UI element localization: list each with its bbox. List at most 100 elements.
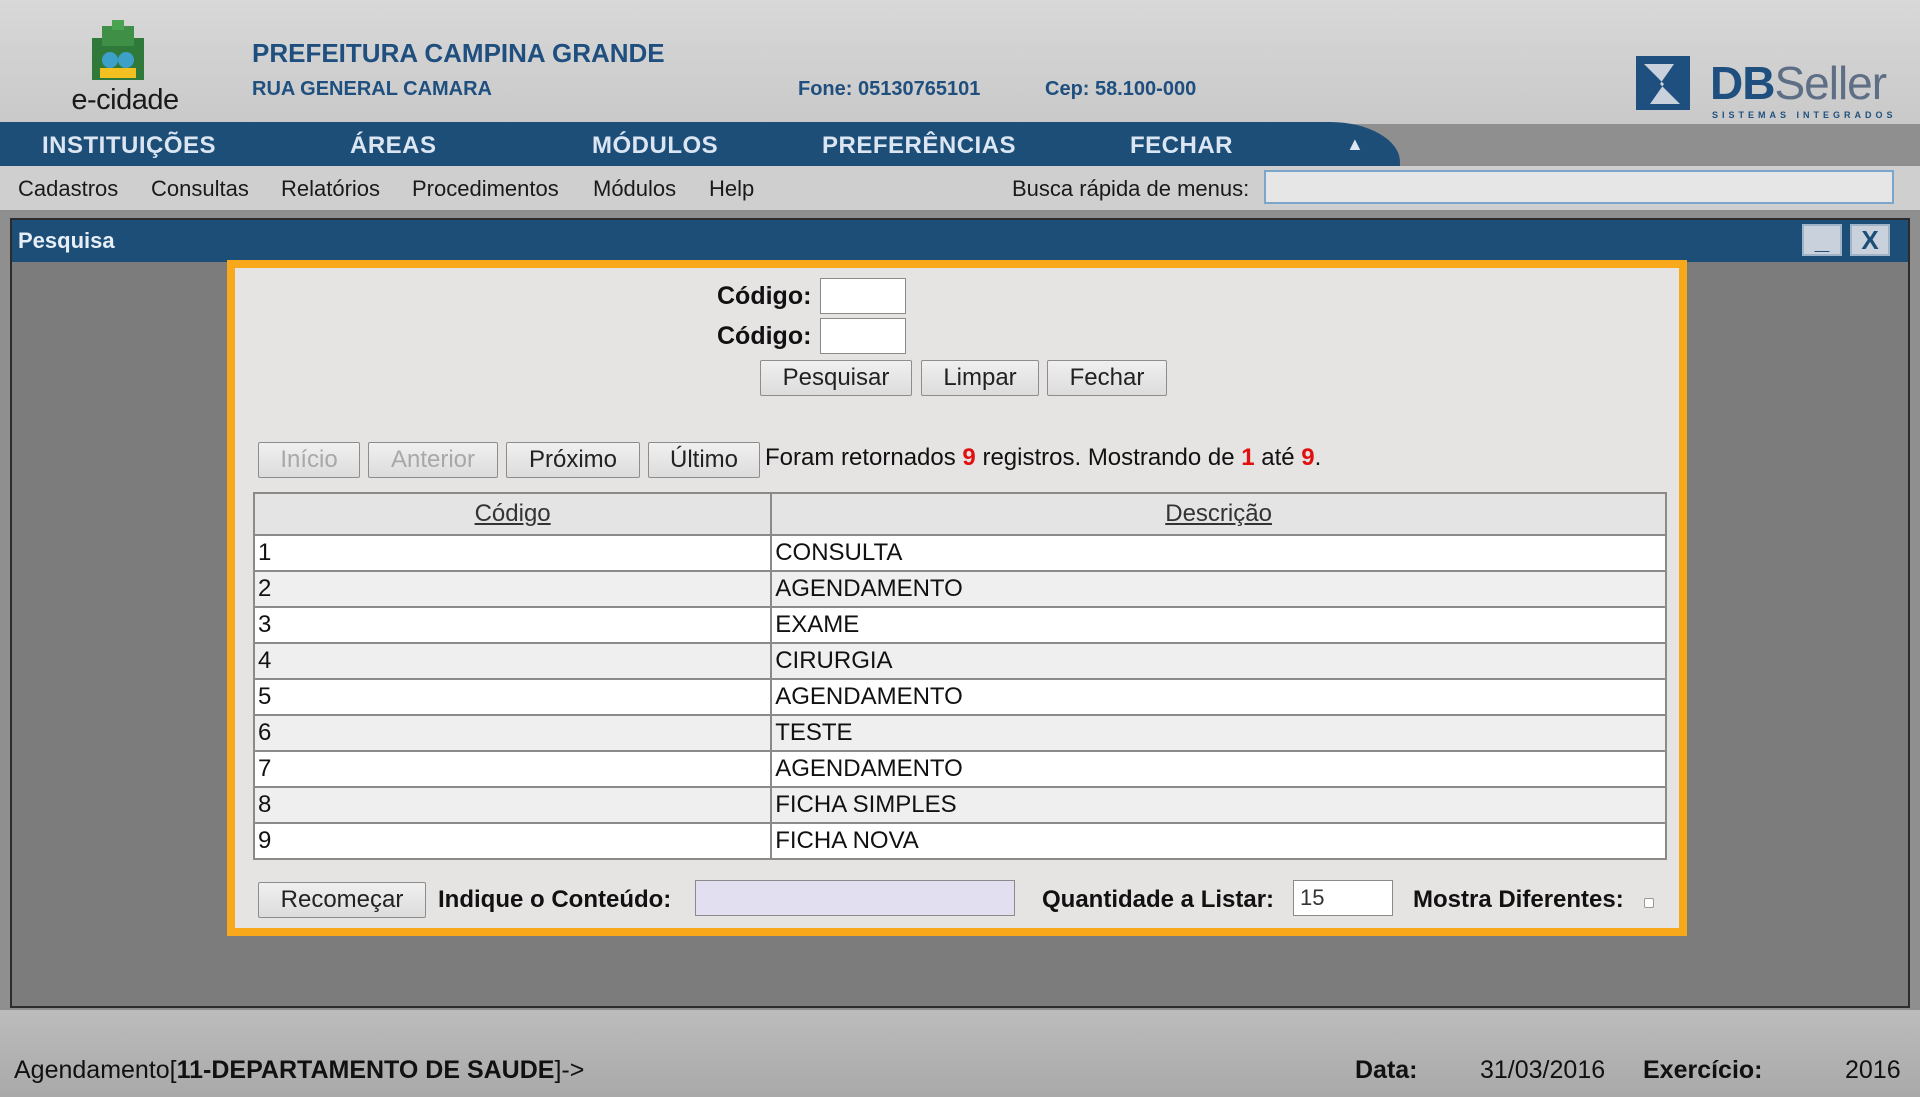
menu-relatorios[interactable]: Relatórios — [281, 176, 380, 202]
column-header-codigo[interactable]: Código — [252, 492, 773, 536]
table-row[interactable]: 3 EXAME — [252, 606, 1667, 644]
search-dialog: Código: Código: Pesquisar Limpar Fechar … — [227, 260, 1687, 936]
codigo-input-2[interactable] — [820, 318, 906, 354]
nav-modulos[interactable]: MÓDULOS — [592, 132, 718, 160]
nav-fechar[interactable]: FECHAR — [1130, 132, 1233, 160]
menu-procedimentos[interactable]: Procedimentos — [412, 176, 559, 202]
proximo-button[interactable]: Próximo — [506, 442, 640, 478]
quantidade-label: Quantidade a Listar: — [1042, 886, 1275, 913]
status-suffix: . — [1314, 444, 1322, 471]
limpar-button[interactable]: Limpar — [921, 360, 1039, 396]
context-prefix: Agendamento[ — [14, 1056, 177, 1084]
window-title: Pesquisa — [18, 228, 115, 253]
quick-search-input[interactable] — [1264, 170, 1894, 204]
table-row[interactable]: 5 AGENDAMENTO — [252, 678, 1667, 716]
data-label: Data: — [1355, 1056, 1418, 1084]
minimize-button[interactable]: _ — [1802, 224, 1842, 256]
column-header-descricao[interactable]: Descrição — [770, 492, 1667, 536]
cell-descricao[interactable]: CONSULTA — [770, 534, 1667, 572]
collapse-triangle-up-icon[interactable]: ▲ — [1346, 134, 1364, 155]
cell-descricao[interactable]: CIRURGIA — [770, 642, 1667, 680]
brand-light: Seller — [1774, 57, 1887, 109]
anterior-button[interactable]: Anterior — [368, 442, 498, 478]
results-status: Foram retornados 9 registros. Mostrando … — [765, 444, 1321, 472]
menu-help[interactable]: Help — [709, 176, 754, 202]
window-titlebar: Pesquisa _ X — [12, 220, 1908, 262]
inicio-button[interactable]: Início — [258, 442, 360, 478]
table-header-row: Código Descrição — [252, 492, 1667, 536]
conteudo-input[interactable] — [695, 880, 1015, 916]
cell-descricao[interactable]: FICHA SIMPLES — [770, 786, 1667, 824]
dbseller-tagline: SISTEMAS INTEGRADOS — [1712, 110, 1897, 120]
department-name: 11-DEPARTAMENTO DE SAUDE — [176, 1056, 555, 1084]
table-row[interactable]: 4 CIRURGIA — [252, 642, 1667, 680]
e-cidade-logo: e-cidade — [50, 14, 200, 118]
status-total: 9 — [962, 444, 976, 471]
nav-instituicoes[interactable]: INSTITUIÇÕES — [42, 132, 216, 160]
organization-name: PREFEITURA CAMPINA GRANDE — [252, 38, 665, 68]
cell-codigo[interactable]: 7 — [252, 750, 773, 788]
organization-cep: Cep: 58.100-000 — [1045, 78, 1197, 100]
data-value: 31/03/2016 — [1480, 1056, 1606, 1084]
context-suffix: ]-> — [554, 1056, 585, 1084]
cell-codigo[interactable]: 3 — [252, 606, 773, 644]
cell-descricao[interactable]: AGENDAMENTO — [770, 570, 1667, 608]
nav-areas[interactable]: ÁREAS — [350, 132, 437, 160]
menu-cadastros[interactable]: Cadastros — [18, 176, 118, 202]
mostra-diferentes-label: Mostra Diferentes: — [1413, 886, 1624, 913]
cell-descricao[interactable]: EXAME — [770, 606, 1667, 644]
dbseller-wordmark: DBSeller — [1710, 56, 1887, 110]
cell-codigo[interactable]: 1 — [252, 534, 773, 572]
dbseller-mark-icon — [1636, 56, 1690, 110]
cell-descricao[interactable]: AGENDAMENTO — [770, 678, 1667, 716]
e-cidade-logo-text: e-cidade — [71, 84, 179, 116]
status-from: 1 — [1241, 444, 1255, 471]
status-prefix: Foram retornados — [765, 444, 963, 471]
close-button[interactable]: X — [1850, 224, 1890, 256]
quick-search-label: Busca rápida de menus: — [1012, 176, 1250, 201]
table-row[interactable]: 9 FICHA NOVA — [252, 822, 1667, 860]
table-row[interactable]: 7 AGENDAMENTO — [252, 750, 1667, 788]
menu-modulos[interactable]: Módulos — [593, 176, 676, 202]
cell-codigo[interactable]: 8 — [252, 786, 773, 824]
table-row[interactable]: 1 CONSULTA — [252, 534, 1667, 572]
ultimo-button[interactable]: Último — [648, 442, 760, 478]
mostra-diferentes-checkbox[interactable] — [1644, 898, 1654, 908]
results-table: Código Descrição 1 CONSULTA 2 AGENDAMENTO 3 E… — [252, 492, 1667, 860]
cell-descricao[interactable]: FICHA NOVA — [770, 822, 1667, 860]
codigo-input-1[interactable] — [820, 278, 906, 314]
exercicio-label: Exercício: — [1643, 1056, 1763, 1084]
codigo-label-2: Código: — [717, 322, 812, 350]
status-middle: registros. Mostrando de — [975, 444, 1242, 471]
quantidade-input[interactable]: 15 — [1293, 880, 1393, 916]
status-footer: Agendamento[11-DEPARTAMENTO DE SAUDE]-> … — [0, 1010, 1920, 1097]
conteudo-label: Indique o Conteúdo: — [438, 886, 672, 913]
cell-descricao[interactable]: TESTE — [770, 714, 1667, 752]
main-nav: INSTITUIÇÕES ÁREAS MÓDULOS PREFERÊNCIAS … — [0, 122, 1400, 166]
recomecar-button[interactable]: Recomeçar — [258, 882, 426, 918]
status-to-word: até — [1254, 444, 1302, 471]
exercicio-value: 2016 — [1845, 1056, 1901, 1084]
sub-menu-bar: Cadastros Consultas Relatórios Procedime… — [0, 166, 1920, 210]
dbseller-logo: DBSeller SISTEMAS INTEGRADOS — [1630, 50, 1900, 124]
cell-codigo[interactable]: 5 — [252, 678, 773, 716]
cell-codigo[interactable]: 4 — [252, 642, 773, 680]
fechar-button[interactable]: Fechar — [1047, 360, 1167, 396]
cell-codigo[interactable]: 9 — [252, 822, 773, 860]
cell-descricao[interactable]: AGENDAMENTO — [770, 750, 1667, 788]
cell-codigo[interactable]: 6 — [252, 714, 773, 752]
organization-address: RUA GENERAL CAMARA — [252, 78, 492, 100]
pesquisar-button[interactable]: Pesquisar — [760, 360, 912, 396]
app-header: e-cidade PREFEITURA CAMPINA GRANDE RUA G… — [0, 0, 1920, 124]
nav-preferencias[interactable]: PREFERÊNCIAS — [822, 132, 1016, 160]
table-row[interactable]: 8 FICHA SIMPLES — [252, 786, 1667, 824]
status-to: 9 — [1301, 444, 1315, 471]
table-row[interactable]: 2 AGENDAMENTO — [252, 570, 1667, 608]
organization-phone: Fone: 05130765101 — [798, 78, 981, 100]
table-row[interactable]: 6 TESTE — [252, 714, 1667, 752]
menu-consultas[interactable]: Consultas — [151, 176, 249, 202]
building-logo-icon — [92, 20, 144, 80]
brand-bold: DB — [1710, 57, 1775, 109]
cell-codigo[interactable]: 2 — [252, 570, 773, 608]
module-context: Agendamento[11-DEPARTAMENTO DE SAUDE]-> — [14, 1056, 584, 1085]
